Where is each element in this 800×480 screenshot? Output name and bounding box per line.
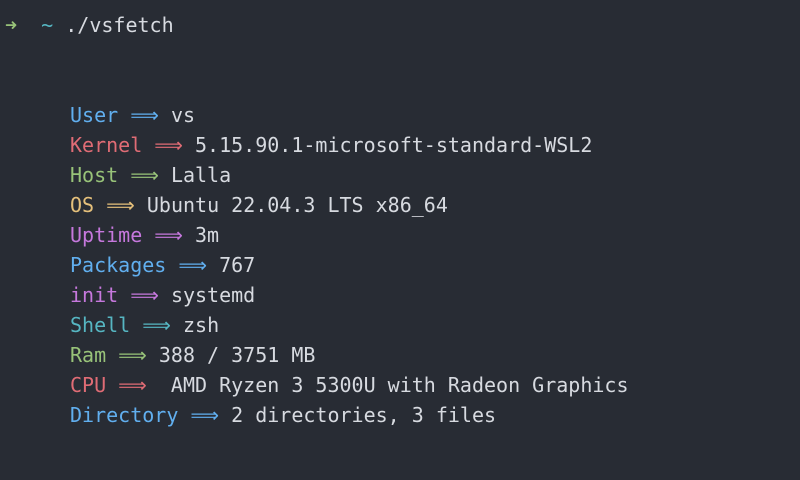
- info-value: systemd: [170, 283, 256, 307]
- prompt-command: ./vsfetch: [65, 13, 174, 37]
- arrow-icon: ⟹: [154, 133, 183, 157]
- info-row-packages: Packages ⟹ 767: [70, 250, 629, 280]
- info-row-kernel: Kernel ⟹ 5.15.90.1-microsoft-standard-WS…: [70, 130, 629, 160]
- info-key: Directory: [70, 403, 179, 427]
- arrow-icon: ⟹: [118, 373, 147, 397]
- info-value: Ubuntu 22.04.3 LTS x86_64: [146, 193, 448, 217]
- info-value: 767: [219, 253, 256, 277]
- info-row-directory: Directory ⟹ 2 directories, 3 files: [70, 400, 629, 430]
- arrow-icon: ⟹: [130, 103, 159, 127]
- info-row-shell: Shell ⟹ zsh: [70, 310, 629, 340]
- arrow-icon: ⟹: [106, 193, 135, 217]
- prompt-line: ➜ ~ ./vsfetch: [5, 10, 174, 40]
- arrow-icon: ⟹: [190, 403, 220, 427]
- info-value: zsh: [182, 313, 220, 337]
- system-info-block: User ⟹ vs Kernel ⟹ 5.15.90.1-microsoft-s…: [70, 100, 629, 430]
- info-value: 3m: [195, 223, 220, 247]
- info-key: Shell: [70, 313, 131, 337]
- info-row-cpu: CPU ⟹ AMD Ryzen 3 5300U with Radeon Grap…: [70, 370, 629, 400]
- arrow-icon: ⟹: [118, 343, 147, 367]
- prompt-arrow-icon: ➜: [5, 13, 18, 37]
- arrow-icon: ⟹: [130, 163, 159, 187]
- info-key: Uptime: [70, 223, 143, 247]
- terminal-window[interactable]: ➜ ~ ./vsfetch User ⟹ vs Kernel ⟹ 5.15.90…: [0, 0, 800, 480]
- info-key: Packages: [70, 253, 167, 277]
- info-row-init: init ⟹ systemd: [70, 280, 629, 310]
- info-value: AMD Ryzen 3 5300U with Radeon Graphics: [158, 373, 629, 397]
- prompt-cwd: ~: [41, 13, 54, 37]
- info-row-user: User ⟹ vs: [70, 100, 629, 130]
- info-key: User: [70, 103, 119, 127]
- info-value: vs: [170, 103, 196, 127]
- info-row-os: OS ⟹ Ubuntu 22.04.3 LTS x86_64: [70, 190, 629, 220]
- info-value: 2 directories, 3 files: [231, 403, 497, 427]
- info-row-host: Host ⟹ Lalla: [70, 160, 629, 190]
- arrow-icon: ⟹: [178, 253, 208, 277]
- info-row-uptime: Uptime ⟹ 3m: [70, 220, 629, 250]
- info-key: OS: [70, 193, 95, 217]
- arrow-icon: ⟹: [154, 223, 183, 247]
- info-value: 5.15.90.1-microsoft-standard-WSL2: [195, 133, 593, 157]
- arrow-icon: ⟹: [142, 313, 171, 337]
- info-row-ram: Ram ⟹ 388 / 3751 MB: [70, 340, 629, 370]
- info-key: init: [70, 283, 119, 307]
- info-key: Host: [70, 163, 119, 187]
- info-key: Ram: [70, 343, 107, 367]
- info-value: Lalla: [170, 163, 232, 187]
- arrow-icon: ⟹: [130, 283, 159, 307]
- info-key: Kernel: [70, 133, 143, 157]
- info-key: CPU: [70, 373, 107, 397]
- info-value: 388 / 3751 MB: [158, 343, 316, 367]
